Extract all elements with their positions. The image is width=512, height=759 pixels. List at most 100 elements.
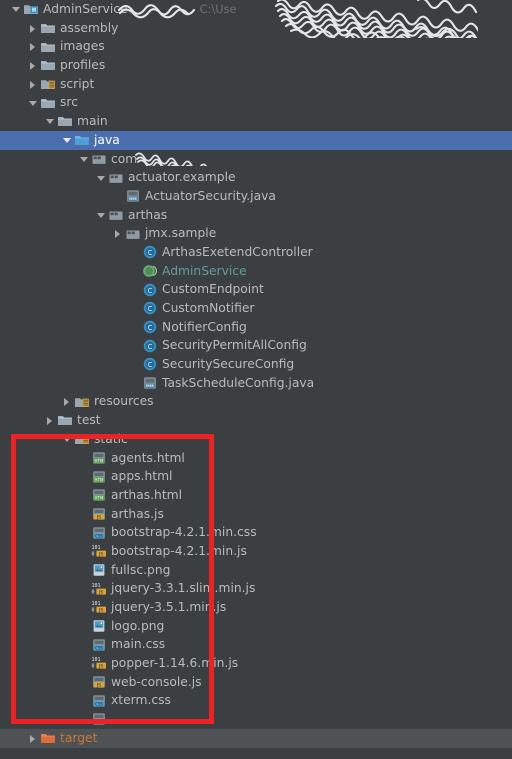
js-file-icon: JS [91, 506, 107, 522]
tree-row-src[interactable]: src [0, 93, 512, 112]
svg-text:HTM: HTM [95, 477, 104, 482]
tree-row-java[interactable]: java [0, 130, 512, 150]
tree-row-target[interactable]: target [0, 728, 512, 748]
chevron-right-icon[interactable] [27, 78, 39, 90]
tree-row-label: logo.png [111, 618, 165, 633]
tree-row-xterm-css[interactable]: CSS xterm.css [0, 691, 512, 710]
tree-row-taskscheduleconfig-java[interactable]: TaskScheduleConfig.java [0, 374, 512, 393]
tree-arrow-placeholder [129, 321, 141, 333]
tree-row-images[interactable]: images [0, 37, 512, 56]
chevron-right-icon[interactable] [27, 22, 39, 34]
svg-text:JS: JS [98, 664, 103, 670]
svg-text:C: C [148, 324, 153, 332]
chevron-right-icon[interactable] [27, 59, 39, 71]
java-file-icon [125, 188, 141, 204]
tree-row-main[interactable]: main [0, 112, 512, 131]
chevron-down-icon[interactable] [61, 134, 73, 146]
tree-row-notifierconfig[interactable]: C NotifierConfig [0, 318, 512, 337]
tree-row-partial-hidden-row[interactable]: CSS [0, 710, 512, 729]
tree-row-customnotifier[interactable]: C CustomNotifier [0, 299, 512, 318]
folder-icon [40, 39, 56, 55]
tree-row-logo-png[interactable]: logo.png [0, 617, 512, 636]
folder-icon [57, 412, 73, 428]
tree-row-assembly[interactable]: assembly [0, 19, 512, 38]
tree-row-jquery-slim-js[interactable]: 101 0 JS jquery-3.3.1.slim.min.js [0, 579, 512, 598]
tree-row-profiles[interactable]: profiles [0, 56, 512, 75]
chevron-down-icon[interactable] [61, 433, 73, 445]
chevron-down-icon[interactable] [95, 209, 107, 221]
chevron-right-icon[interactable] [112, 228, 124, 240]
excluded-folder-icon [40, 730, 56, 746]
svg-text:JS: JS [98, 552, 103, 558]
chevron-down-icon[interactable] [44, 115, 56, 127]
class-icon: C [142, 338, 158, 354]
tree-arrow-placeholder [78, 564, 90, 576]
folder-icon [40, 20, 56, 36]
chevron-right-icon[interactable] [44, 414, 56, 426]
js-file-icon: JS [91, 674, 107, 690]
tree-row-agents-html[interactable]: HTM agents.html [0, 449, 512, 468]
minjs-file-icon: 101 0 JS [91, 543, 107, 559]
tree-row-actuatorsecurity-java[interactable]: ActuatorSecurity.java [0, 187, 512, 206]
tree-row-apps-html[interactable]: HTM apps.html [0, 467, 512, 486]
svg-text:C: C [148, 287, 153, 295]
html-file-icon: HTM [91, 487, 107, 503]
css-file-icon: CSS [91, 711, 107, 727]
chevron-down-icon[interactable] [10, 3, 22, 15]
tree-row-label: arthas [128, 207, 168, 222]
tree-row-fullsc-png[interactable]: fullsc.png [0, 561, 512, 580]
resource-folder-icon [74, 431, 90, 447]
tree-arrow-placeholder [129, 246, 141, 258]
tree-row-resources[interactable]: resources [0, 392, 512, 411]
tree-row-jmx-sample[interactable]: jmx.sample [0, 224, 512, 243]
chevron-down-icon[interactable] [27, 97, 39, 109]
minjs-file-icon: 101 0 JS [91, 655, 107, 671]
tree-row-arthas-js[interactable]: JS arthas.js [0, 505, 512, 524]
tree-row-securitypermitallconfig[interactable]: C SecurityPermitAllConfig [0, 336, 512, 355]
resource-folder-icon [40, 76, 56, 92]
tree-row-popper-js[interactable]: 101 0 JS popper-1.14.6.min.js [0, 654, 512, 673]
tree-row-bootstrap-js[interactable]: 101 0 JS bootstrap-4.2.1.min.js [0, 542, 512, 561]
svg-text:CSS: CSS [95, 645, 103, 650]
tree-row-label: ActuatorSecurity.java [145, 188, 276, 203]
svg-text:CSS: CSS [95, 701, 103, 706]
tree-arrow-placeholder [78, 695, 90, 707]
svg-text:0: 0 [92, 664, 95, 670]
package-icon [91, 151, 107, 167]
tree-row-static[interactable]: static [0, 430, 512, 449]
chevron-down-icon[interactable] [78, 153, 90, 165]
tree-row-label: SecuritySecureConfig [162, 357, 295, 372]
tree-row-com-package[interactable]: com [0, 150, 512, 169]
source-folder-icon [74, 132, 90, 148]
tree-arrow-placeholder [78, 601, 90, 613]
tree-row-jquery-min-js[interactable]: 101 0 JS jquery-3.5.1.min.js [0, 598, 512, 617]
tree-row-customendpoint[interactable]: C CustomEndpoint [0, 280, 512, 299]
class-icon: C [142, 356, 158, 372]
tree-row-label: target [60, 730, 98, 745]
class-icon: C [142, 300, 158, 316]
tree-arrow-placeholder [78, 545, 90, 557]
tree-row-script[interactable]: script [0, 75, 512, 94]
resource-folder-icon [74, 394, 90, 410]
tree-row-label: AdminService [162, 263, 247, 278]
tree-arrow-placeholder [129, 340, 141, 352]
tree-row-adminservice-class[interactable]: AdminService [0, 262, 512, 281]
tree-row-adminservice[interactable]: AdminService C:\Use [0, 0, 512, 19]
tree-row-arthasexetendcontroller[interactable]: C ArthasExetendController [0, 243, 512, 262]
tree-row-test[interactable]: test [0, 411, 512, 430]
tree-row-label: static [94, 431, 128, 446]
chevron-right-icon[interactable] [27, 41, 39, 53]
svg-text:JS: JS [98, 608, 103, 614]
svg-text:101: 101 [92, 545, 101, 551]
tree-row-arthas-package[interactable]: arthas [0, 206, 512, 225]
tree-row-securitysecureconfig[interactable]: C SecuritySecureConfig [0, 355, 512, 374]
chevron-down-icon[interactable] [95, 172, 107, 184]
tree-row-bootstrap-css[interactable]: CSS bootstrap-4.2.1.min.css [0, 523, 512, 542]
chevron-right-icon[interactable] [27, 732, 39, 744]
chevron-right-icon[interactable] [61, 396, 73, 408]
tree-row-arthas-html[interactable]: HTM arthas.html [0, 486, 512, 505]
tree-row-main-css[interactable]: CSS main.css [0, 635, 512, 654]
project-tree-panel[interactable]: AdminService C:\Use assembly images profiles… [0, 0, 512, 759]
tree-row-actuator-example[interactable]: actuator.example [0, 168, 512, 187]
tree-row-web-console-js[interactable]: JS web-console.js [0, 673, 512, 692]
